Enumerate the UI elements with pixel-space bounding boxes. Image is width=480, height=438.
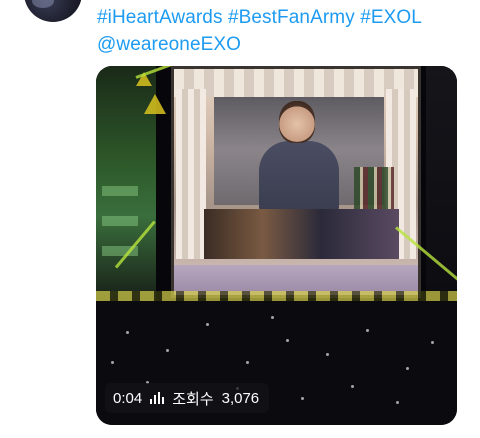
tweet: #iHeartAwards #BestFanArmy #EXOL @weareo… bbox=[0, 0, 480, 438]
stage-left-structure bbox=[96, 66, 156, 316]
stage-right-structure bbox=[426, 66, 457, 326]
tweet-text: #iHeartAwards #BestFanArmy #EXOL @weareo… bbox=[97, 4, 467, 58]
hashtag-bestfanarmy[interactable]: #BestFanArmy bbox=[228, 7, 355, 28]
video-duration: 0:04 bbox=[113, 389, 143, 407]
tweet-text-line-1: #iHeartAwards #BestFanArmy #EXOL bbox=[97, 4, 467, 31]
avatar-shine bbox=[32, 0, 54, 8]
video-info-overlay: 0:04 조회수 3,076 bbox=[105, 383, 270, 413]
desk bbox=[204, 209, 399, 259]
views-count: 3,076 bbox=[221, 389, 260, 407]
bottles bbox=[354, 167, 394, 213]
video-frame bbox=[96, 66, 457, 425]
floor-lights bbox=[96, 291, 457, 301]
stage-screen bbox=[171, 66, 421, 298]
tweet-text-line-2: @weareoneEXO bbox=[97, 31, 467, 58]
views-label: 조회수 bbox=[172, 390, 214, 408]
video-player[interactable]: 0:04 조회수 3,076 bbox=[96, 66, 457, 425]
bar-chart-icon bbox=[150, 392, 165, 404]
hashtag-exol[interactable]: #EXOL bbox=[360, 7, 422, 28]
performer-body bbox=[259, 141, 339, 213]
mention-weareoneexo[interactable]: @weareoneEXO bbox=[97, 34, 241, 55]
avatar[interactable] bbox=[24, 0, 82, 22]
curtain-top bbox=[174, 69, 418, 97]
hashtag-iheartawards[interactable]: #iHeartAwards bbox=[97, 7, 223, 28]
curtain-left bbox=[176, 89, 206, 259]
performer-head bbox=[279, 101, 315, 143]
